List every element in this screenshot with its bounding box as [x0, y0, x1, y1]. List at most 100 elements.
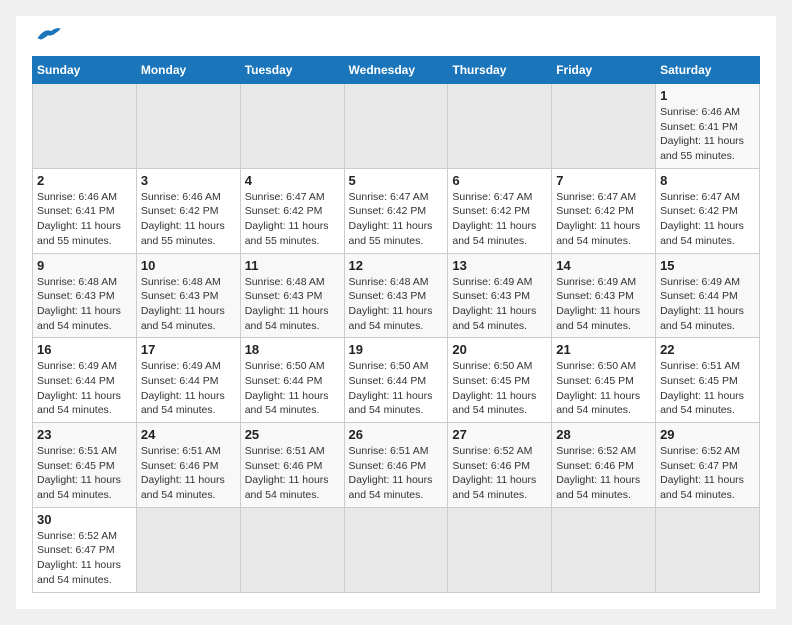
calendar-cell: 26 Sunrise: 6:51 AM Sunset: 6:46 PM Dayli…	[344, 423, 448, 508]
calendar-cell: 4 Sunrise: 6:47 AM Sunset: 6:42 PM Daylig…	[240, 168, 344, 253]
day-number: 10	[141, 258, 236, 273]
day-info: Sunrise: 6:46 AM Sunset: 6:41 PM Dayligh…	[37, 190, 132, 249]
calendar-cell	[136, 84, 240, 169]
header-thursday: Thursday	[448, 57, 552, 84]
day-number: 28	[556, 427, 651, 442]
day-info: Sunrise: 6:51 AM Sunset: 6:46 PM Dayligh…	[245, 444, 340, 503]
calendar-cell	[344, 84, 448, 169]
calendar-cell: 2Sunrise: 6:46 AM Sunset: 6:41 PM Daylig…	[33, 168, 137, 253]
calendar-cell: 24Sunrise: 6:51 AM Sunset: 6:46 PM Dayli…	[136, 423, 240, 508]
calendar-cell	[656, 507, 760, 592]
calendar-cell	[136, 507, 240, 592]
calendar-table: SundayMondayTuesdayWednesdayThursdayFrid…	[32, 56, 760, 593]
calendar-cell: 14Sunrise: 6:49 AM Sunset: 6:43 PM Dayli…	[552, 253, 656, 338]
calendar-cell: 29Sunrise: 6:52 AM Sunset: 6:47 PM Dayli…	[656, 423, 760, 508]
calendar-cell: 9Sunrise: 6:48 AM Sunset: 6:43 PM Daylig…	[33, 253, 137, 338]
day-number: 25	[245, 427, 340, 442]
calendar-page: SundayMondayTuesdayWednesdayThursdayFrid…	[16, 16, 776, 609]
calendar-cell: 17 Sunrise: 6:49 AM Sunset: 6:44 PM Dayli…	[136, 338, 240, 423]
day-info: Sunrise: 6:51 AM Sunset: 6:46 PM Dayligh…	[141, 444, 236, 503]
calendar-cell: 18 Sunrise: 6:50 AM Sunset: 6:44 PM Dayli…	[240, 338, 344, 423]
calendar-cell	[33, 84, 137, 169]
calendar-cell	[448, 507, 552, 592]
day-info: Sunrise: 6:47 AM Sunset: 6:42 PM Dayligh…	[452, 190, 547, 249]
page-header	[32, 32, 760, 44]
day-number: 18	[245, 342, 340, 357]
day-info: Sunrise: 6:50 AM Sunset: 6:44 PM Dayligh…	[245, 359, 340, 418]
day-info: Sunrise: 6:47 AM Sunset: 6:42 PM Dayligh…	[556, 190, 651, 249]
calendar-cell: 21Sunrise: 6:50 AM Sunset: 6:45 PM Dayli…	[552, 338, 656, 423]
calendar-cell	[552, 507, 656, 592]
day-number: 22	[660, 342, 755, 357]
day-info: Sunrise: 6:49 AM Sunset: 6:44 PM Dayligh…	[141, 359, 236, 418]
header-friday: Friday	[552, 57, 656, 84]
calendar-cell: 27 Sunrise: 6:52 AM Sunset: 6:46 PM Dayli…	[448, 423, 552, 508]
day-info: Sunrise: 6:48 AM Sunset: 6:43 PM Dayligh…	[37, 275, 132, 334]
header-wednesday: Wednesday	[344, 57, 448, 84]
day-number: 1	[660, 88, 755, 103]
day-number: 26	[349, 427, 444, 442]
calendar-cell: 11Sunrise: 6:48 AM Sunset: 6:43 PM Dayli…	[240, 253, 344, 338]
calendar-cell: 19 Sunrise: 6:50 AM Sunset: 6:44 PM Dayli…	[344, 338, 448, 423]
day-info: Sunrise: 6:49 AM Sunset: 6:44 PM Dayligh…	[37, 359, 132, 418]
header-tuesday: Tuesday	[240, 57, 344, 84]
day-number: 5	[349, 173, 444, 188]
day-info: Sunrise: 6:51 AM Sunset: 6:45 PM Dayligh…	[37, 444, 132, 503]
calendar-cell: 8Sunrise: 6:47 AM Sunset: 6:42 PM Daylig…	[656, 168, 760, 253]
day-info: Sunrise: 6:50 AM Sunset: 6:45 PM Dayligh…	[556, 359, 651, 418]
day-number: 27	[452, 427, 547, 442]
day-info: Sunrise: 6:49 AM Sunset: 6:43 PM Dayligh…	[452, 275, 547, 334]
header-row: SundayMondayTuesdayWednesdayThursdayFrid…	[33, 57, 760, 84]
calendar-week-2: 2Sunrise: 6:46 AM Sunset: 6:41 PM Daylig…	[33, 168, 760, 253]
header-saturday: Saturday	[656, 57, 760, 84]
calendar-body: 1 Sunrise: 6:46 AM Sunset: 6:41 PM Daylig…	[33, 84, 760, 593]
header-sunday: Sunday	[33, 57, 137, 84]
day-info: Sunrise: 6:52 AM Sunset: 6:46 PM Dayligh…	[556, 444, 651, 503]
day-number: 17	[141, 342, 236, 357]
day-info: Sunrise: 6:47 AM Sunset: 6:42 PM Dayligh…	[349, 190, 444, 249]
calendar-cell: 30 Sunrise: 6:52 AM Sunset: 6:47 PM Dayli…	[33, 507, 137, 592]
day-number: 13	[452, 258, 547, 273]
calendar-cell	[344, 507, 448, 592]
day-info: Sunrise: 6:50 AM Sunset: 6:45 PM Dayligh…	[452, 359, 547, 418]
calendar-week-1: 1 Sunrise: 6:46 AM Sunset: 6:41 PM Daylig…	[33, 84, 760, 169]
calendar-cell: 10Sunrise: 6:48 AM Sunset: 6:43 PM Dayli…	[136, 253, 240, 338]
calendar-week-3: 9Sunrise: 6:48 AM Sunset: 6:43 PM Daylig…	[33, 253, 760, 338]
calendar-cell	[448, 84, 552, 169]
day-info: Sunrise: 6:52 AM Sunset: 6:46 PM Dayligh…	[452, 444, 547, 503]
day-info: Sunrise: 6:46 AM Sunset: 6:42 PM Dayligh…	[141, 190, 236, 249]
day-info: Sunrise: 6:46 AM Sunset: 6:41 PM Dayligh…	[660, 105, 755, 164]
calendar-cell: 20 Sunrise: 6:50 AM Sunset: 6:45 PM Dayli…	[448, 338, 552, 423]
day-number: 19	[349, 342, 444, 357]
calendar-cell: 6Sunrise: 6:47 AM Sunset: 6:42 PM Daylig…	[448, 168, 552, 253]
calendar-cell	[240, 507, 344, 592]
day-info: Sunrise: 6:47 AM Sunset: 6:42 PM Dayligh…	[660, 190, 755, 249]
day-info: Sunrise: 6:51 AM Sunset: 6:46 PM Dayligh…	[349, 444, 444, 503]
day-number: 15	[660, 258, 755, 273]
day-number: 16	[37, 342, 132, 357]
day-info: Sunrise: 6:48 AM Sunset: 6:43 PM Dayligh…	[245, 275, 340, 334]
day-number: 4	[245, 173, 340, 188]
logo-bird-icon	[34, 24, 62, 44]
day-number: 3	[141, 173, 236, 188]
calendar-cell: 12Sunrise: 6:48 AM Sunset: 6:43 PM Dayli…	[344, 253, 448, 338]
calendar-header: SundayMondayTuesdayWednesdayThursdayFrid…	[33, 57, 760, 84]
calendar-cell	[240, 84, 344, 169]
calendar-cell: 3 Sunrise: 6:46 AM Sunset: 6:42 PM Daylig…	[136, 168, 240, 253]
calendar-cell: 16 Sunrise: 6:49 AM Sunset: 6:44 PM Dayli…	[33, 338, 137, 423]
day-number: 20	[452, 342, 547, 357]
calendar-cell: 23 Sunrise: 6:51 AM Sunset: 6:45 PM Dayli…	[33, 423, 137, 508]
day-info: Sunrise: 6:52 AM Sunset: 6:47 PM Dayligh…	[37, 529, 132, 588]
day-info: Sunrise: 6:48 AM Sunset: 6:43 PM Dayligh…	[349, 275, 444, 334]
day-info: Sunrise: 6:50 AM Sunset: 6:44 PM Dayligh…	[349, 359, 444, 418]
day-number: 30	[37, 512, 132, 527]
calendar-cell: 5 Sunrise: 6:47 AM Sunset: 6:42 PM Daylig…	[344, 168, 448, 253]
day-info: Sunrise: 6:51 AM Sunset: 6:45 PM Dayligh…	[660, 359, 755, 418]
calendar-cell: 22 Sunrise: 6:51 AM Sunset: 6:45 PM Dayli…	[656, 338, 760, 423]
day-info: Sunrise: 6:47 AM Sunset: 6:42 PM Dayligh…	[245, 190, 340, 249]
header-monday: Monday	[136, 57, 240, 84]
day-number: 23	[37, 427, 132, 442]
calendar-cell	[552, 84, 656, 169]
day-info: Sunrise: 6:52 AM Sunset: 6:47 PM Dayligh…	[660, 444, 755, 503]
calendar-cell: 13 Sunrise: 6:49 AM Sunset: 6:43 PM Dayli…	[448, 253, 552, 338]
